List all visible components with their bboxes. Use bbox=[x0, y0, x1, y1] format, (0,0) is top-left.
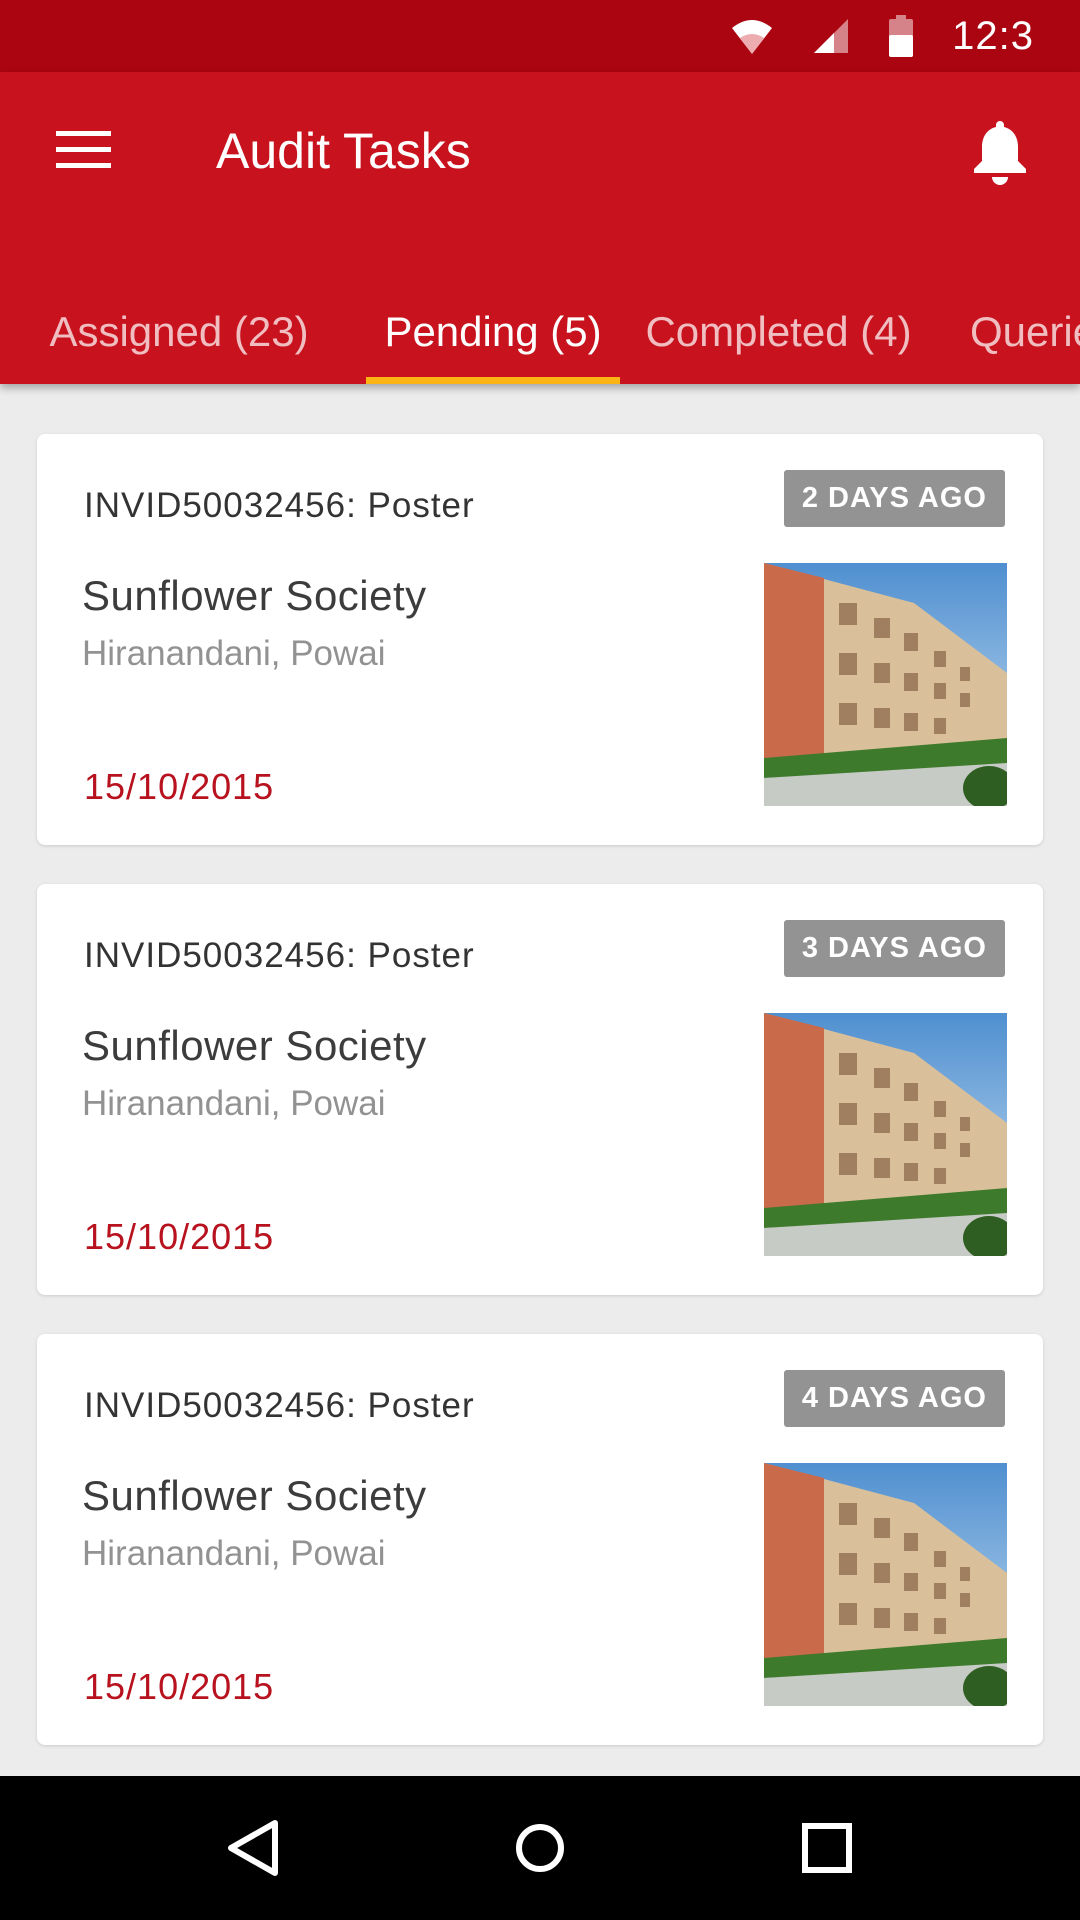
task-age-badge: 4 DAYS AGO bbox=[783, 1370, 1005, 1427]
status-bar: 12:3 bbox=[0, 0, 1080, 72]
back-button[interactable] bbox=[203, 1798, 303, 1898]
task-date: 15/10/2015 bbox=[84, 1216, 275, 1257]
task-list: INVID50032456: Poster 2 DAYS AGO Sunflow… bbox=[37, 434, 1043, 1784]
page-title: Audit Tasks bbox=[216, 123, 471, 179]
home-button[interactable] bbox=[490, 1798, 590, 1898]
home-icon bbox=[515, 1824, 564, 1872]
task-location: Hiranandani, Powai bbox=[82, 1084, 386, 1123]
recents-icon bbox=[801, 1823, 852, 1873]
task-card[interactable]: INVID50032456: Poster 2 DAYS AGO Sunflow… bbox=[37, 434, 1043, 845]
task-date: 15/10/2015 bbox=[84, 766, 275, 807]
task-card[interactable]: INVID50032456: Poster 3 DAYS AGO Sunflow… bbox=[37, 884, 1043, 1295]
task-code: INVID50032456: Poster bbox=[84, 1386, 475, 1425]
task-name: Sunflower Society bbox=[82, 1472, 427, 1519]
task-age-badge: 2 DAYS AGO bbox=[783, 470, 1005, 527]
building-thumbnail bbox=[764, 563, 1007, 806]
task-date: 15/10/2015 bbox=[84, 1666, 275, 1707]
tab-bar: Assigned (23) Pending (5) Completed (4) … bbox=[0, 280, 1080, 384]
task-location: Hiranandani, Powai bbox=[82, 1534, 386, 1573]
battery-icon bbox=[888, 15, 914, 57]
task-name: Sunflower Society bbox=[82, 1022, 427, 1069]
tab-pending[interactable]: Pending (5) bbox=[366, 280, 620, 384]
signal-icon bbox=[812, 17, 850, 55]
back-icon bbox=[228, 1820, 279, 1876]
menu-button[interactable] bbox=[42, 118, 126, 180]
tab-queries[interactable]: Queries bbox=[937, 280, 1080, 384]
tab-assigned[interactable]: Assigned (23) bbox=[27, 280, 331, 384]
task-name: Sunflower Society bbox=[82, 572, 427, 619]
bell-icon bbox=[974, 121, 1026, 185]
tab-completed[interactable]: Completed (4) bbox=[632, 280, 925, 384]
menu-icon bbox=[56, 130, 111, 136]
system-nav-bar bbox=[0, 1776, 1080, 1920]
wifi-icon bbox=[730, 16, 774, 56]
recents-button[interactable] bbox=[777, 1798, 877, 1898]
app-bar: Audit Tasks Assigned (23) Pending (5) Co… bbox=[0, 72, 1080, 384]
notifications-button[interactable] bbox=[960, 112, 1040, 192]
building-thumbnail bbox=[764, 1463, 1007, 1706]
task-code: INVID50032456: Poster bbox=[84, 936, 475, 975]
task-code: INVID50032456: Poster bbox=[84, 486, 475, 525]
building-thumbnail bbox=[764, 1013, 1007, 1256]
status-time: 12:3 bbox=[952, 13, 1034, 58]
task-card[interactable]: INVID50032456: Poster 4 DAYS AGO Sunflow… bbox=[37, 1334, 1043, 1745]
task-age-badge: 3 DAYS AGO bbox=[783, 920, 1005, 977]
task-location: Hiranandani, Powai bbox=[82, 634, 386, 673]
